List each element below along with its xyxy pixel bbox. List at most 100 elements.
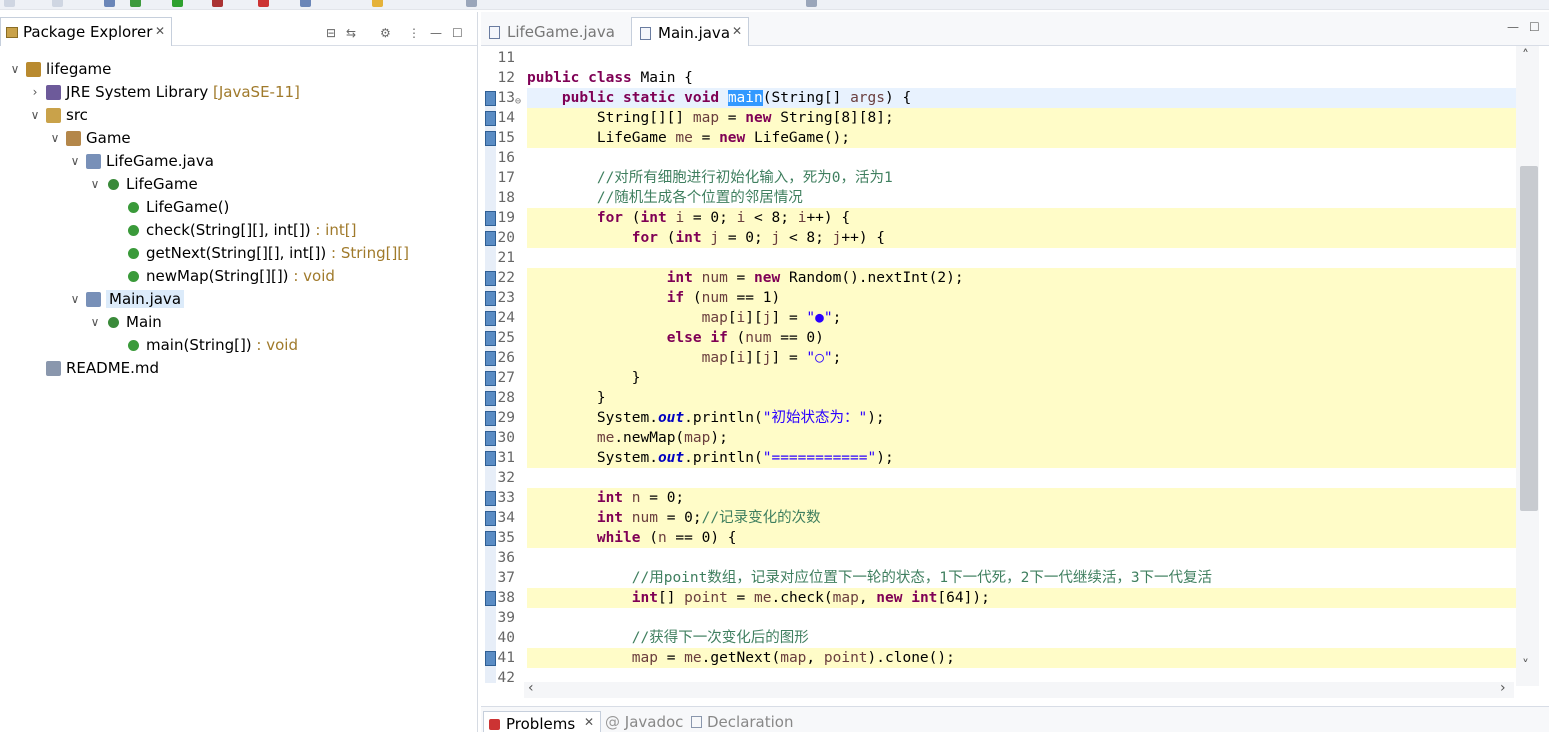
code-line[interactable]: 18 //随机生成各个位置的邻居情况	[495, 188, 1515, 208]
coverage-icon[interactable]	[258, 0, 269, 7]
filter-icon[interactable]: ⚙	[380, 26, 391, 40]
tab-problems[interactable]: Problems ✕	[483, 711, 601, 732]
code-line[interactable]: 27 }	[498, 368, 1517, 388]
breakpoint-marker-icon[interactable]	[485, 231, 496, 246]
link-with-editor-icon[interactable]: ⇆	[346, 26, 356, 40]
code-line[interactable]: 34 int num = 0;//记录变化的次数	[498, 508, 1517, 528]
code-line[interactable]: 36	[495, 548, 1515, 568]
code-line[interactable]: 14 String[][] map = new String[8][8];	[498, 108, 1517, 128]
tree-item[interactable]: ∨ lifegame	[0, 58, 470, 81]
close-icon[interactable]: ✕	[732, 24, 742, 38]
code-line[interactable]: 41 map = me.getNext(map, point).clone();	[498, 648, 1517, 668]
close-icon[interactable]: ✕	[584, 715, 594, 729]
collapse-arrow-icon[interactable]: ∨	[28, 104, 42, 127]
breakpoint-marker-icon[interactable]	[485, 291, 496, 306]
tab-javadoc[interactable]: @ Javadoc	[605, 713, 683, 731]
tree-item[interactable]: LifeGame()	[0, 196, 470, 219]
code-line[interactable]: 25 else if (num == 0)	[498, 328, 1517, 348]
annotation-icon[interactable]	[466, 0, 477, 7]
code-line[interactable]: 15 LifeGame me = new LifeGame();	[498, 128, 1517, 148]
view-menu-icon[interactable]: ⋮	[408, 26, 420, 40]
code-line[interactable]: 30 me.newMap(map);	[498, 428, 1517, 448]
scroll-right-icon[interactable]: ›	[1500, 680, 1506, 696]
code-line[interactable]: 26 map[i][j] = "○";	[498, 348, 1517, 368]
code-line[interactable]: 24 map[i][j] = "●";	[498, 308, 1517, 328]
tree-item[interactable]: ∨ src	[0, 104, 470, 127]
tree-item[interactable]: › JRE System Library [JavaSE-11]	[0, 81, 470, 104]
tree-item[interactable]: newMap(String[][]) : void	[0, 265, 470, 288]
debug-icon[interactable]	[130, 0, 141, 7]
code-line[interactable]: 22 int num = new Random().nextInt(2);	[498, 268, 1517, 288]
code-line[interactable]: 20 for (int j = 0; j < 8; j++) {	[498, 228, 1517, 248]
breakpoint-marker-icon[interactable]	[485, 271, 496, 286]
maximize-view-icon[interactable]: ☐	[452, 26, 463, 40]
breakpoint-marker-icon[interactable]	[485, 391, 496, 406]
breakpoint-marker-icon[interactable]	[485, 511, 496, 526]
fold-icon[interactable]: ⊖	[515, 92, 521, 112]
collapse-arrow-icon[interactable]: ∨	[88, 311, 102, 334]
code-line[interactable]: 38 int[] point = me.check(map, new int[6…	[498, 588, 1517, 608]
code-line[interactable]: 17 //对所有细胞进行初始化输入，死为0，活为1	[495, 168, 1515, 188]
collapse-arrow-icon[interactable]: ∨	[8, 58, 22, 81]
collapse-all-icon[interactable]: ⊟	[326, 26, 336, 40]
save-icon[interactable]	[52, 0, 63, 7]
scroll-left-icon[interactable]: ‹	[528, 680, 534, 696]
tree-item[interactable]: check(String[][], int[]) : int[]	[0, 219, 470, 242]
breakpoint-marker-icon[interactable]	[485, 491, 496, 506]
breakpoint-marker-icon[interactable]	[485, 591, 496, 606]
collapse-arrow-icon[interactable]: ∨	[68, 288, 82, 311]
breakpoint-marker-icon[interactable]	[485, 411, 496, 426]
code-line[interactable]: 31 System.out.println("===========");	[498, 448, 1517, 468]
breakpoint-marker-icon[interactable]	[485, 91, 496, 106]
maximize-icon[interactable]	[806, 0, 817, 7]
breakpoint-marker-icon[interactable]	[485, 311, 496, 326]
tab-package-explorer[interactable]: Package Explorer ✕	[0, 17, 172, 46]
tree-item[interactable]: getNext(String[][], int[]) : String[][]	[0, 242, 470, 265]
tree-item[interactable]: ∨ Main.java	[0, 288, 470, 311]
code-line[interactable]: 21	[495, 248, 1515, 268]
tree-item[interactable]: README.md	[0, 357, 470, 380]
breakpoint-marker-icon[interactable]	[485, 531, 496, 546]
run-icon[interactable]	[172, 0, 183, 7]
code-line[interactable]: 39	[495, 608, 1515, 628]
code-line[interactable]: 23 if (num == 1)	[498, 288, 1517, 308]
minimize-editor-icon[interactable]: —	[1507, 20, 1519, 34]
collapse-arrow-icon[interactable]: ∨	[48, 127, 62, 150]
new-icon[interactable]	[4, 0, 15, 7]
tab-main-java[interactable]: Main.java ✕	[631, 17, 749, 46]
code-line[interactable]: 33 int n = 0;	[498, 488, 1517, 508]
breakpoint-marker-icon[interactable]	[485, 111, 496, 126]
code-line[interactable]: 28 }	[498, 388, 1517, 408]
breakpoint-marker-icon[interactable]	[485, 371, 496, 386]
scroll-down-icon[interactable]: ˅	[1522, 658, 1529, 674]
tree-item[interactable]: ∨ Game	[0, 127, 470, 150]
horizontal-scrollbar[interactable]: ‹ ›	[524, 680, 1514, 698]
code-line[interactable]: 32	[495, 468, 1515, 488]
code-line[interactable]: 35 while (n == 0) {	[498, 528, 1517, 548]
breakpoint-marker-icon[interactable]	[485, 131, 496, 146]
tree-item[interactable]: ∨ Main	[0, 311, 470, 334]
breakpoint-marker-icon[interactable]	[485, 351, 496, 366]
code-line[interactable]: 16	[495, 148, 1515, 168]
close-icon[interactable]: ✕	[155, 24, 165, 38]
scrollbar-thumb[interactable]	[1520, 166, 1538, 511]
code-line[interactable]: 11	[495, 48, 1515, 68]
new-package-icon[interactable]	[300, 0, 311, 7]
maximize-editor-icon[interactable]: ☐	[1529, 20, 1540, 34]
expand-arrow-icon[interactable]: ›	[28, 81, 42, 104]
collapse-arrow-icon[interactable]: ∨	[68, 150, 82, 173]
collapse-arrow-icon[interactable]: ∨	[88, 173, 102, 196]
code-line[interactable]: 12 public class Main {	[495, 68, 1515, 88]
code-line[interactable]: 29 System.out.println("初始状态为：");	[498, 408, 1517, 428]
tab-lifegame-java[interactable]: LifeGame.java	[481, 17, 629, 46]
code-line[interactable]: 19 for (int i = 0; i < 8; i++) {	[498, 208, 1517, 228]
breakpoint-marker-icon[interactable]	[485, 331, 496, 346]
open-folder-icon[interactable]	[372, 0, 383, 7]
search-icon[interactable]	[104, 0, 115, 7]
tab-declaration[interactable]: Declaration	[691, 713, 793, 731]
code-line[interactable]: 37 //用point数组，记录对应位置下一轮的状态，1下一代死，2下一代继续活…	[495, 568, 1515, 588]
breakpoint-marker-icon[interactable]	[485, 451, 496, 466]
breakpoint-marker-icon[interactable]	[485, 651, 496, 666]
tree-item[interactable]: ∨ LifeGame.java	[0, 150, 470, 173]
code-line[interactable]: 13 public static void main(String[] args…	[498, 88, 1517, 108]
